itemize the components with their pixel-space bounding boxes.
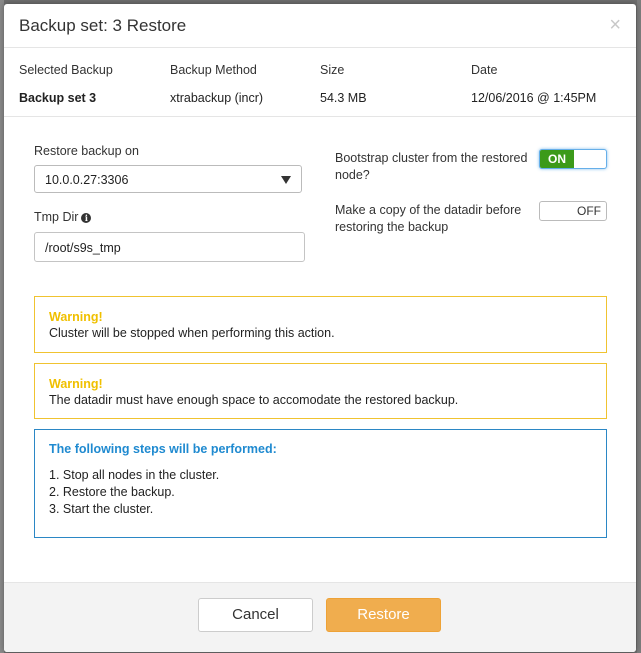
- summary-value-size: 54.3 MB: [320, 91, 367, 105]
- summary-value-backup-method: xtrabackup (incr): [170, 91, 264, 105]
- step-item: 3. Start the cluster.: [49, 502, 154, 516]
- info-icon[interactable]: i: [81, 213, 92, 223]
- warning-title: Warning!: [49, 310, 103, 324]
- tmp-dir-input[interactable]: /root/s9s_tmp: [34, 232, 305, 262]
- tmp-dir-label: Tmp Dir i: [34, 210, 92, 224]
- tmp-dir-label-text: Tmp Dir: [34, 210, 79, 224]
- warning-alert-datadir-space: Warning! The datadir must have enough sp…: [34, 363, 607, 419]
- summary-value-selected-backup: Backup set 3: [19, 91, 97, 105]
- dialog-header: Backup set: 3 Restore ×: [4, 4, 636, 48]
- dialog-footer: Cancel Restore: [4, 582, 636, 652]
- step-item: 1. Stop all nodes in the cluster.: [49, 468, 220, 482]
- summary-value-date: 12/06/2016 @ 1:45PM: [471, 91, 597, 105]
- copy-datadir-label: Make a copy of the datadir before restor…: [335, 203, 522, 234]
- summary-header-size: Size: [320, 63, 345, 77]
- restore-on-label: Restore backup on: [34, 144, 139, 158]
- summary-header-backup-method: Backup Method: [170, 63, 257, 77]
- warning-alert-cluster-stop: Warning! Cluster will be stopped when pe…: [34, 296, 607, 353]
- summary-header-selected-backup: Selected Backup: [19, 63, 113, 77]
- bootstrap-toggle-on-label: ON: [540, 150, 574, 168]
- copy-datadir-toggle-off-label: OFF: [577, 204, 601, 218]
- step-item: 2. Restore the backup.: [49, 485, 175, 499]
- copy-datadir-toggle[interactable]: OFF: [539, 201, 607, 221]
- restore-on-select[interactable]: 10.0.0.27:3306: [34, 165, 302, 193]
- steps-title: The following steps will be performed:: [49, 442, 277, 456]
- warning-title: Warning!: [49, 377, 103, 391]
- summary-header-date: Date: [471, 63, 498, 77]
- restore-steps-panel: The following steps will be performed: 1…: [34, 429, 607, 538]
- caret-down-icon: [281, 176, 291, 184]
- restore-button[interactable]: Restore: [326, 598, 441, 632]
- cancel-button[interactable]: Cancel: [198, 598, 313, 632]
- page-backdrop-right: [637, 0, 641, 653]
- bootstrap-cluster-label: Bootstrap cluster from the restored node…: [335, 151, 528, 182]
- backup-summary: Selected Backup Backup Method Size Date …: [4, 48, 636, 117]
- bootstrap-cluster-toggle[interactable]: ON: [539, 149, 607, 169]
- dialog-title: Backup set: 3 Restore: [19, 16, 187, 35]
- tmp-dir-input-value: /root/s9s_tmp: [45, 241, 121, 255]
- warning-text: Cluster will be stopped when performing …: [49, 326, 335, 340]
- warning-text: The datadir must have enough space to ac…: [49, 393, 459, 407]
- restore-dialog: Backup set: 3 Restore × Selected Backup …: [4, 4, 636, 652]
- restore-on-selected-value: 10.0.0.27:3306: [45, 173, 129, 187]
- close-icon[interactable]: ×: [609, 15, 621, 35]
